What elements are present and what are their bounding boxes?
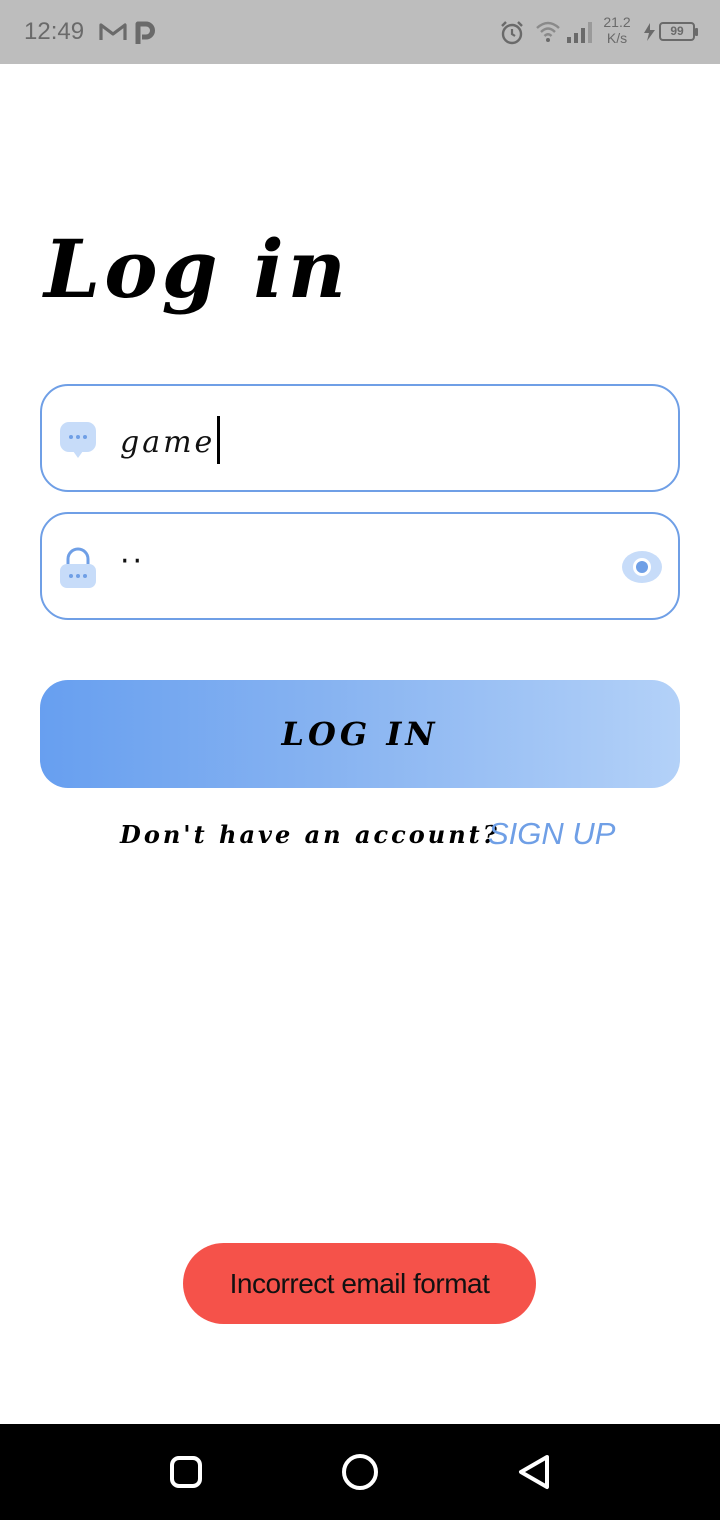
password-field[interactable]: ·· (40, 512, 680, 620)
signal-icon (567, 22, 592, 43)
recent-apps-icon[interactable] (166, 1452, 206, 1492)
message-icon (60, 422, 96, 458)
alarm-icon (501, 21, 523, 45)
password-input-value[interactable]: ·· (120, 544, 145, 579)
navigation-bar (0, 1424, 720, 1520)
net-speed-value: 21.2 (603, 14, 631, 30)
login-button-label: LOG IN (281, 715, 439, 753)
status-bar: 12:49 21.2 K/s 99 (0, 0, 720, 64)
wifi-icon (536, 21, 560, 42)
signup-link[interactable]: SIGN UP (488, 816, 615, 852)
error-toast: Incorrect email format (183, 1243, 536, 1324)
charging-icon (644, 23, 655, 41)
net-speed-unit: K/s (606, 30, 628, 46)
text-cursor (217, 416, 221, 464)
email-field[interactable]: game (40, 384, 680, 492)
p-app-icon (135, 21, 155, 44)
status-time: 12:49 (24, 18, 85, 45)
toast-message: Incorrect email format (229, 1267, 490, 1299)
net-speed: 21.2 K/s (600, 14, 634, 46)
login-button[interactable]: LOG IN (40, 680, 680, 788)
gmail-icon (99, 23, 127, 40)
home-icon[interactable] (340, 1452, 380, 1492)
email-input-value[interactable]: game (120, 416, 221, 468)
lock-icon (60, 547, 96, 588)
back-icon[interactable] (514, 1452, 554, 1492)
battery-indicator: 99 (659, 22, 698, 41)
signup-prompt: Don't have an account? (120, 820, 500, 849)
page-title: Log in (44, 222, 350, 316)
eye-icon[interactable] (622, 550, 662, 584)
